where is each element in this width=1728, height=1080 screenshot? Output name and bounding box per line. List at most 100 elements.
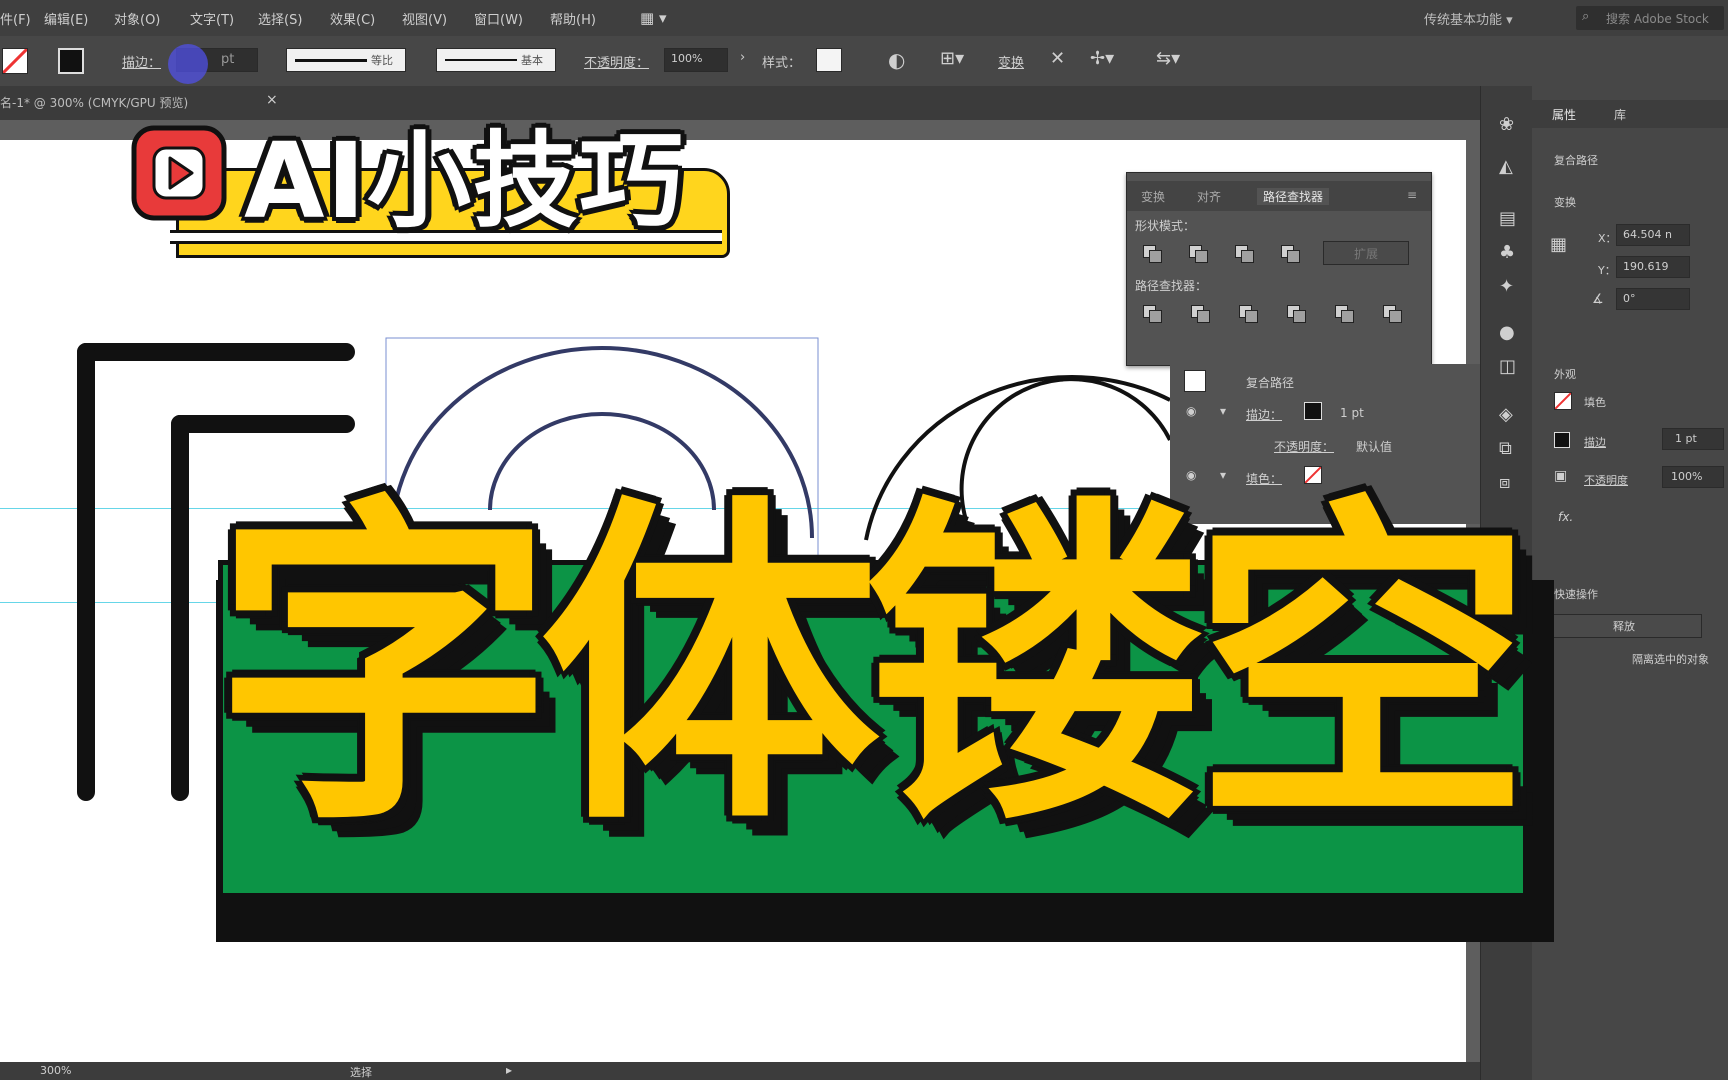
badge-title: AI小技巧	[244, 120, 686, 242]
reference-point-icon[interactable]: ▦	[1550, 234, 1567, 255]
angle-field[interactable]: 0°	[1616, 288, 1690, 310]
fx-icon[interactable]: fx.	[1558, 510, 1573, 524]
layers-icon[interactable]: ◈	[1499, 404, 1513, 425]
opacity-arrow-icon[interactable]: ›	[740, 50, 745, 65]
stroke-icon[interactable]: ●	[1499, 322, 1515, 343]
release-button[interactable]: 释放	[1552, 614, 1702, 638]
transparency-icon[interactable]: ◫	[1499, 356, 1516, 377]
document-tab[interactable]: 名-1* @ 300% (CMYK/GPU 预览)	[0, 94, 188, 111]
tab-pathfinder[interactable]: 路径查找器	[1257, 188, 1330, 205]
x-field[interactable]: 64.504 n	[1616, 224, 1690, 246]
isolate-icon[interactable]: ✕	[1050, 48, 1065, 69]
menu-edit[interactable]: 编辑(E)	[44, 9, 88, 28]
minus-back-icon[interactable]	[1381, 303, 1402, 323]
tab-transform[interactable]: 变换	[1141, 188, 1165, 205]
fill-swatch[interactable]	[1554, 392, 1572, 410]
menu-bar: 件(F) 编辑(E) 对象(O) 文字(T) 选择(S) 效果(C) 视图(V)…	[0, 0, 1728, 36]
stroke-swatch[interactable]	[1304, 402, 1322, 420]
opacity-row-label[interactable]: 不透明度：	[1274, 438, 1334, 455]
transform-link[interactable]: 变换	[998, 52, 1024, 71]
stroke-row-value: 1 pt	[1340, 406, 1364, 420]
search-stock-field[interactable]: ⌕ 搜索 Adobe Stock	[1576, 6, 1724, 30]
current-tool-label: 选择	[350, 1066, 372, 1079]
intersect-icon[interactable]	[1233, 243, 1254, 263]
swatches-icon[interactable]: ▤	[1499, 208, 1516, 229]
chevron-down-icon[interactable]: ▾	[1220, 404, 1226, 418]
menu-help[interactable]: 帮助(H)	[550, 9, 596, 28]
properties-panel: 属性 库 复合路径 变换 ▦ X： 64.504 n Y： 190.619 ∡ …	[1532, 86, 1728, 1080]
color-icon[interactable]: ❀	[1499, 114, 1514, 135]
release-label: 释放	[1613, 620, 1635, 633]
menu-window[interactable]: 窗口(W)	[474, 9, 523, 28]
brush-definition[interactable]: 基本	[436, 48, 556, 72]
menu-select[interactable]: 选择(S)	[258, 9, 302, 28]
play-icon	[131, 125, 227, 221]
compound-thumbnail	[1184, 370, 1206, 392]
y-value: 190.619	[1623, 260, 1669, 273]
panel-menu-icon[interactable]: ≡	[1407, 188, 1417, 202]
workspace-switcher[interactable]: 传统基本功能 ▾	[1424, 9, 1513, 28]
unite-icon[interactable]	[1141, 243, 1162, 263]
minus-front-icon[interactable]	[1187, 243, 1208, 263]
pathfinder-panel: 变换 对齐 路径查找器 ≡ 形状模式： 扩展 路径查找器：	[1126, 172, 1432, 366]
opacity-label[interactable]: 不透明度：	[584, 52, 649, 71]
zoom-value[interactable]: 300%	[40, 1064, 71, 1077]
outline-icon[interactable]	[1333, 303, 1354, 323]
control-bar: 描边： pt 等比 基本 不透明度： 100% › 样式： ◐ ⊞▾ 变换 ✕ …	[0, 36, 1728, 86]
eye-icon[interactable]: ◉	[1186, 404, 1196, 418]
merge-icon[interactable]	[1237, 303, 1258, 323]
pathfinder-tabs: 变换 对齐 路径查找器 ≡	[1127, 181, 1431, 211]
menu-type[interactable]: 文字(T)	[190, 9, 234, 28]
opacity-field[interactable]: 100%	[664, 48, 728, 72]
menu-object[interactable]: 对象(O)	[114, 9, 160, 28]
opacity-label[interactable]: 不透明度	[1584, 472, 1628, 488]
selection-type: 复合路径	[1554, 154, 1598, 167]
fill-swatch[interactable]	[1, 47, 29, 75]
symbols-icon[interactable]: ✦	[1499, 276, 1514, 297]
y-label: Y：	[1598, 264, 1616, 277]
brush-basic-label: 基本	[521, 54, 543, 67]
panel-menu-icon[interactable]: ⇆▾	[1156, 48, 1180, 69]
puppet-warp-icon[interactable]: ✢▾	[1090, 48, 1114, 69]
stroke-label[interactable]: 描边	[1584, 434, 1606, 450]
graphic-style-swatch[interactable]	[816, 48, 842, 72]
brushes-icon[interactable]: ♣	[1499, 242, 1515, 263]
opacity-field[interactable]: 100%	[1662, 466, 1724, 488]
arrange-documents-icon[interactable]: ▦ ▾	[640, 9, 666, 27]
recolor-artwork-icon[interactable]: ◐	[888, 48, 905, 72]
tab-align[interactable]: 对齐	[1197, 188, 1221, 205]
overlay-title: 字体镂空	[214, 470, 1532, 866]
stroke-weight-unit: pt	[221, 52, 235, 67]
variable-width-profile[interactable]: 等比	[286, 48, 406, 72]
expand-button[interactable]: 扩展	[1323, 241, 1409, 265]
menu-effect[interactable]: 效果(C)	[330, 9, 375, 28]
stroke-swatch[interactable]	[1554, 432, 1570, 448]
opacity-icon: ▣	[1554, 468, 1568, 484]
stroke-weight-field[interactable]: 1 pt	[1662, 428, 1724, 450]
stroke-row-label[interactable]: 描边：	[1246, 406, 1282, 423]
align-icon[interactable]: ⊞▾	[940, 48, 964, 69]
exclude-icon[interactable]	[1279, 243, 1300, 263]
none-fill-icon	[1554, 392, 1572, 410]
isolate-label: 隔离选中的对象	[1632, 653, 1709, 666]
profile-uniform-label: 等比	[371, 54, 393, 67]
y-field[interactable]: 190.619	[1616, 256, 1690, 278]
play-arrow-icon[interactable]: ▸	[506, 1063, 512, 1077]
none-fill-icon	[1, 47, 29, 75]
tab-properties[interactable]: 属性	[1552, 106, 1576, 123]
divide-icon[interactable]	[1141, 303, 1162, 323]
stroke-weight-label[interactable]: 描边：	[122, 52, 161, 71]
status-bar: 300% 选择 ▸	[0, 1062, 1480, 1080]
color-guide-icon[interactable]: ◭	[1499, 156, 1513, 177]
menu-view[interactable]: 视图(V)	[402, 9, 447, 28]
isolate-button[interactable]: 隔离选中的对象	[1628, 648, 1728, 670]
tab-libraries[interactable]: 库	[1614, 106, 1626, 123]
x-label: X：	[1598, 232, 1617, 245]
crop-icon[interactable]	[1285, 303, 1306, 323]
trim-icon[interactable]	[1189, 303, 1210, 323]
stroke-swatch[interactable]	[58, 48, 84, 74]
menu-file[interactable]: 件(F)	[0, 9, 31, 28]
search-placeholder: 搜索 Adobe Stock	[1606, 12, 1709, 26]
artboards-icon[interactable]: ⧉	[1499, 438, 1512, 459]
cursor-click-indicator	[168, 44, 208, 84]
